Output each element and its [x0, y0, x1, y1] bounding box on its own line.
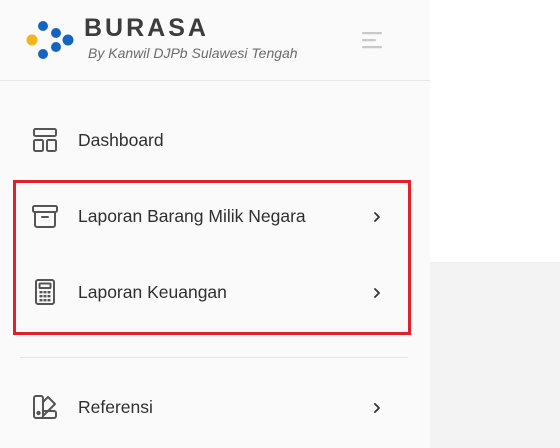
sidebar-item-label: Laporan Keuangan: [78, 282, 227, 302]
content-card: [430, 0, 560, 262]
content-divider: [430, 262, 560, 263]
main-content: [430, 0, 560, 448]
sidebar-item-label: Dashboard: [78, 130, 164, 150]
chevron-right-icon: [370, 286, 384, 300]
calculator-icon: [30, 277, 60, 307]
sidebar-item-referensi[interactable]: Referensi: [0, 377, 410, 437]
layout-dashboard-icon: [30, 125, 60, 155]
sidebar-item-laporan-bmn[interactable]: Laporan Barang Milik Negara: [0, 186, 410, 246]
hamburger-icon[interactable]: [360, 30, 384, 50]
chevron-right-icon: [370, 210, 384, 224]
archive-box-icon: [30, 201, 60, 231]
swatch-book-icon: [30, 392, 60, 422]
burasa-logo: [26, 21, 74, 59]
sidebar-item-dashboard[interactable]: Dashboard: [0, 110, 410, 170]
sidebar-item-label: Laporan Barang Milik Negara: [78, 206, 306, 226]
chevron-right-icon: [370, 401, 384, 415]
sidebar: BURASA By Kanwil DJPb Sulawesi Tengah Da…: [0, 0, 430, 448]
sidebar-divider: [20, 357, 408, 358]
sidebar-item-label: Referensi: [78, 397, 153, 417]
brand-title: BURASA: [84, 14, 209, 42]
brand-header: BURASA By Kanwil DJPb Sulawesi Tengah: [0, 0, 430, 81]
sidebar-item-laporan-keuangan[interactable]: Laporan Keuangan: [0, 262, 410, 322]
brand-subtitle: By Kanwil DJPb Sulawesi Tengah: [88, 45, 298, 61]
